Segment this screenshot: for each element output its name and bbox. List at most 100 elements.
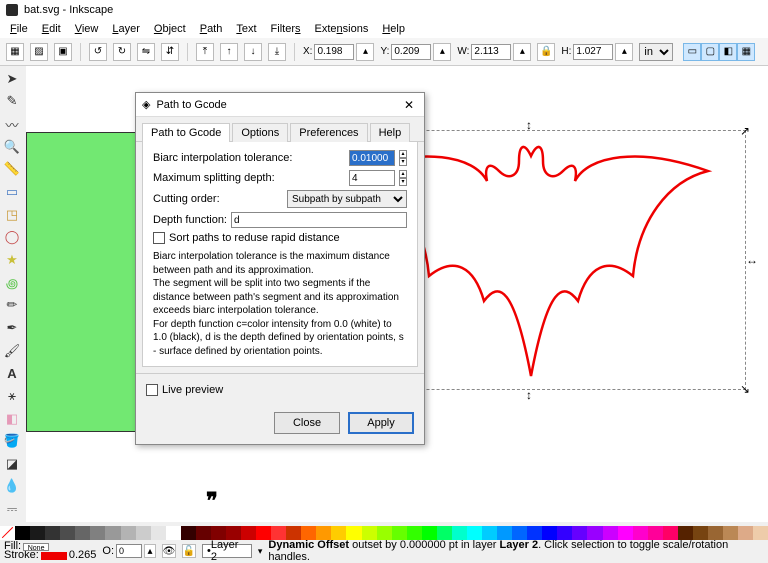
color-swatch[interactable] <box>603 526 618 540</box>
tab-options[interactable]: Options <box>232 123 288 142</box>
color-swatch[interactable] <box>648 526 663 540</box>
layer-selector[interactable]: • Layer 2 <box>202 544 252 558</box>
color-swatch[interactable] <box>226 526 241 540</box>
color-swatch[interactable] <box>45 526 60 540</box>
color-swatch[interactable] <box>527 526 542 540</box>
color-swatch[interactable] <box>362 526 377 540</box>
color-swatch[interactable] <box>105 526 120 540</box>
color-swatch[interactable] <box>497 526 512 540</box>
bezier-tool-icon[interactable]: ✒ <box>2 318 22 338</box>
eraser-tool-icon[interactable]: ◧ <box>2 409 22 429</box>
color-swatch[interactable] <box>422 526 437 540</box>
stroke-swatch[interactable] <box>41 552 67 560</box>
color-swatch[interactable] <box>211 526 226 540</box>
color-swatch[interactable] <box>663 526 678 540</box>
raise-top-icon[interactable]: ⤒ <box>196 43 214 61</box>
color-swatch[interactable] <box>286 526 301 540</box>
menu-extensions[interactable]: Extensions <box>309 22 375 36</box>
tab-path-to-gcode[interactable]: Path to Gcode <box>142 123 230 142</box>
opacity-input[interactable] <box>116 544 142 558</box>
calligraphy-tool-icon[interactable]: 🖌 <box>2 341 22 361</box>
layer-lock-icon[interactable]: 🔓 <box>182 544 196 558</box>
close-button[interactable]: Close <box>274 412 340 434</box>
color-swatch[interactable] <box>452 526 467 540</box>
color-swatch[interactable] <box>151 526 166 540</box>
color-swatch[interactable] <box>753 526 768 540</box>
deselect-icon[interactable]: ▣ <box>54 43 72 61</box>
swatch-none[interactable] <box>0 526 15 540</box>
ellipse-tool-icon[interactable]: ◯ <box>2 227 22 247</box>
h-input[interactable] <box>573 44 613 60</box>
select-all-icon[interactable]: ▦ <box>6 43 24 61</box>
dropper-tool-icon[interactable]: 💧 <box>2 477 22 497</box>
lower-icon[interactable]: ↓ <box>244 43 262 61</box>
sort-paths-checkbox[interactable]: Sort paths to reduse rapid distance <box>153 232 407 244</box>
color-swatch[interactable] <box>60 526 75 540</box>
opacity-spin[interactable]: ▴ <box>144 544 156 558</box>
color-swatch[interactable] <box>30 526 45 540</box>
color-swatch[interactable] <box>708 526 723 540</box>
affect-pattern-icon[interactable]: ▦ <box>737 43 755 61</box>
color-swatch[interactable] <box>331 526 346 540</box>
node-tool-icon[interactable]: ✎ <box>2 92 22 112</box>
menu-text[interactable]: Text <box>230 22 262 36</box>
color-swatch[interactable] <box>437 526 452 540</box>
color-swatch[interactable] <box>241 526 256 540</box>
menu-filters[interactable]: Filters <box>265 22 307 36</box>
flip-v-icon[interactable]: ⇵ <box>161 43 179 61</box>
color-swatch[interactable] <box>121 526 136 540</box>
zoom-tool-icon[interactable]: 🔍 <box>2 137 22 157</box>
cutting-order-select[interactable]: Subpath by subpath <box>287 190 407 208</box>
color-swatch[interactable] <box>542 526 557 540</box>
gradient-tool-icon[interactable]: ◪ <box>2 454 22 474</box>
depth-function-input[interactable] <box>231 212 407 228</box>
tab-preferences[interactable]: Preferences <box>290 123 367 142</box>
h-spin[interactable]: ▴ <box>615 43 633 61</box>
spray-tool-icon[interactable]: ⚹ <box>2 386 22 406</box>
color-swatch[interactable] <box>693 526 708 540</box>
color-swatch[interactable] <box>181 526 196 540</box>
color-swatch[interactable] <box>15 526 30 540</box>
color-swatch[interactable] <box>512 526 527 540</box>
flip-h-icon[interactable]: ⇋ <box>137 43 155 61</box>
bucket-tool-icon[interactable]: 🪣 <box>2 431 22 451</box>
color-swatch[interactable] <box>572 526 587 540</box>
menu-path[interactable]: Path <box>194 22 229 36</box>
connector-tool-icon[interactable]: ⎓ <box>2 499 22 519</box>
tab-help[interactable]: Help <box>370 123 411 142</box>
color-swatch[interactable] <box>196 526 211 540</box>
y-spin[interactable]: ▴ <box>433 43 451 61</box>
spiral-tool-icon[interactable]: ꩜ <box>2 273 22 293</box>
color-swatch[interactable] <box>392 526 407 540</box>
color-swatch[interactable] <box>316 526 331 540</box>
color-swatch[interactable] <box>271 526 286 540</box>
depth-spinner[interactable]: ▴▾ <box>399 170 407 186</box>
affect-gradient-icon[interactable]: ◧ <box>719 43 737 61</box>
menu-file[interactable]: File <box>4 22 34 36</box>
scale-handle-right[interactable]: ↔ <box>746 255 756 265</box>
text-tool-icon[interactable]: A <box>2 364 22 384</box>
selector-tool-icon[interactable]: ➤ <box>2 69 22 89</box>
menu-help[interactable]: Help <box>376 22 411 36</box>
color-swatch[interactable] <box>301 526 316 540</box>
unit-select[interactable]: in <box>639 43 673 61</box>
biarc-tolerance-input[interactable] <box>349 150 395 166</box>
menu-edit[interactable]: Edit <box>36 22 67 36</box>
color-swatch[interactable] <box>75 526 90 540</box>
scale-handle-tr[interactable]: ↗ <box>740 126 750 136</box>
w-spin[interactable]: ▴ <box>513 43 531 61</box>
rotate-ccw-icon[interactable]: ↺ <box>89 43 107 61</box>
color-swatch[interactable] <box>346 526 361 540</box>
color-swatch[interactable] <box>723 526 738 540</box>
color-swatch[interactable] <box>407 526 422 540</box>
color-swatch[interactable] <box>90 526 105 540</box>
affect-corners-icon[interactable]: ▢ <box>701 43 719 61</box>
color-swatch[interactable] <box>738 526 753 540</box>
select-layers-icon[interactable]: ▨ <box>30 43 48 61</box>
lock-icon[interactable]: 🔒 <box>537 43 555 61</box>
max-depth-input[interactable] <box>349 170 395 186</box>
x-input[interactable] <box>314 44 354 60</box>
pencil-tool-icon[interactable]: ✏ <box>2 296 22 316</box>
fill-swatch[interactable]: None <box>23 543 49 551</box>
color-swatch[interactable] <box>678 526 693 540</box>
